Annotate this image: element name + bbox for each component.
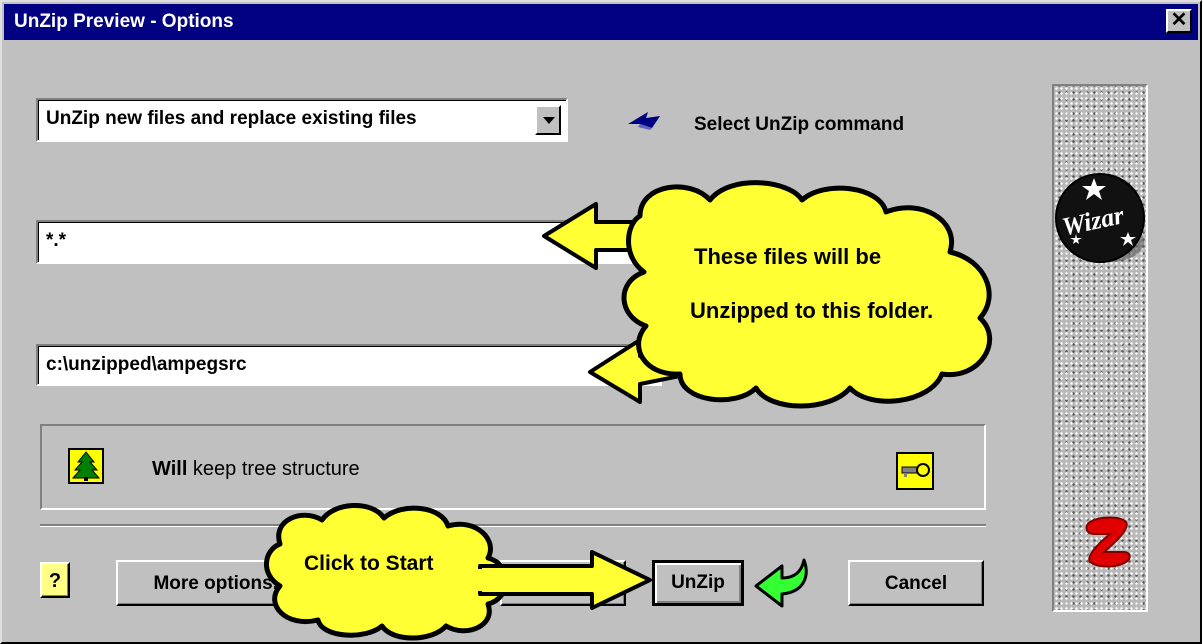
unzip-command-value: UnZip new files and replace existing fil…	[46, 108, 417, 129]
wizard-side-panel: Wizar	[1052, 84, 1148, 612]
green-arrow-icon	[754, 558, 808, 608]
tree-will-label: Will	[152, 458, 188, 480]
key-icon	[901, 463, 930, 477]
options-key-button[interactable]	[896, 452, 934, 490]
help-button[interactable]: ?	[40, 562, 70, 598]
wizard-logo: Wizar	[1055, 173, 1145, 263]
select-command-label: Select UnZip command	[694, 114, 905, 135]
winzip-z-icon	[1085, 516, 1131, 568]
click-to-start-text: Click to Start	[304, 552, 434, 575]
cancel-button[interactable]: Cancel	[848, 560, 984, 606]
callout-text-line2: Unzipped to this folder.	[690, 298, 934, 323]
tree-icon	[71, 451, 101, 481]
cancel-label: Cancel	[884, 573, 948, 594]
tree-keep-label: keep tree structure	[187, 458, 360, 480]
tree-structure-text: Will keep tree structure	[152, 458, 360, 481]
unzip-button[interactable]: UnZip	[652, 560, 744, 606]
tree-toggle-button[interactable]	[68, 448, 104, 484]
files-callout	[542, 180, 993, 409]
close-button[interactable]: ✕	[1166, 9, 1192, 33]
help-icon: ?	[48, 570, 62, 592]
unzip-label: UnZip	[671, 572, 725, 593]
callout-text-line1: These files will be	[694, 244, 882, 269]
destination-folder-value: c:\unzipped\ampegsrc	[46, 354, 247, 375]
file-mask-value: *.*	[46, 230, 67, 251]
chevron-down-icon[interactable]	[535, 105, 561, 135]
pointer-arrow-icon	[628, 112, 660, 130]
title-bar: UnZip Preview - Options ✕	[4, 4, 1198, 40]
unzip-command-select[interactable]: UnZip new files and replace existing fil…	[36, 98, 568, 142]
window-title: UnZip Preview - Options	[14, 11, 234, 32]
